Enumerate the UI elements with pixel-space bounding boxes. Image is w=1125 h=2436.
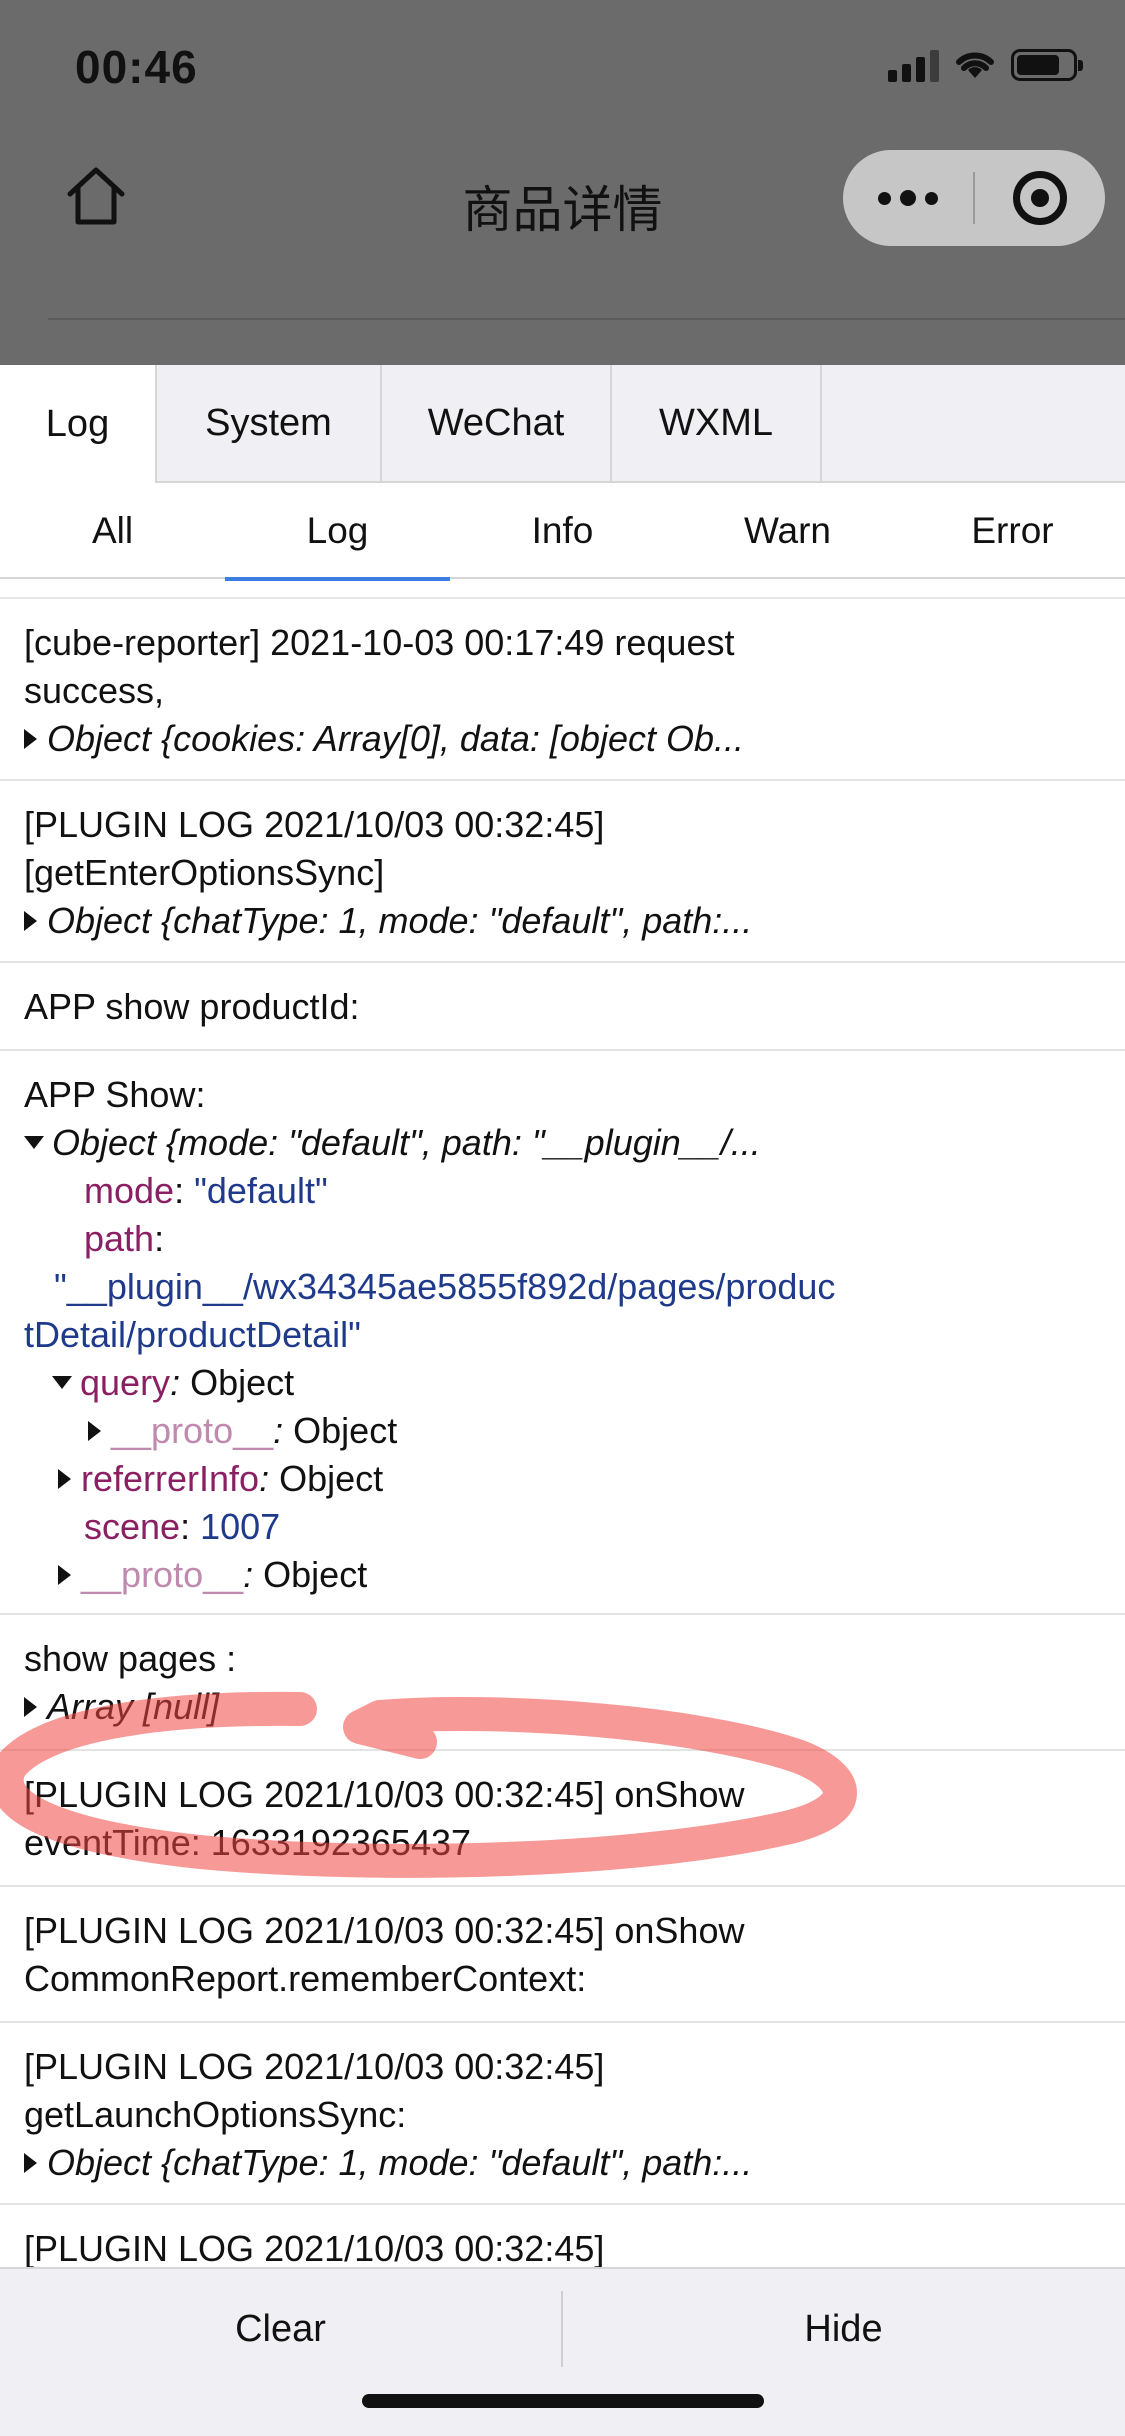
object-summary: Object {chatType: 1, mode: "default", pa… bbox=[47, 2142, 753, 2183]
log-entry: [PLUGIN LOG 2021/10/03 00:32:45] onShow … bbox=[0, 1887, 1125, 2023]
tab-wxml[interactable]: WXML bbox=[612, 365, 822, 481]
object-toggle[interactable]: __proto__: Object bbox=[24, 1551, 1101, 1599]
expand-arrow-icon[interactable] bbox=[24, 2153, 37, 2173]
object-toggle[interactable]: query: Object bbox=[24, 1359, 1101, 1407]
collapse-arrow-icon[interactable] bbox=[52, 1376, 72, 1389]
object-toggle[interactable]: Object {chatType: 1, mode: "default", pa… bbox=[24, 897, 1101, 945]
vconsole-panel: Log System WeChat WXML All Log Info Warn… bbox=[0, 365, 1125, 2436]
property-key: query bbox=[80, 1362, 171, 1403]
property-key: scene bbox=[84, 1506, 181, 1547]
filter-error[interactable]: Error bbox=[900, 483, 1125, 579]
object-toggle[interactable]: Object {chatType: 1, mode: "default", pa… bbox=[24, 2139, 1101, 2187]
property-key: mode bbox=[84, 1170, 175, 1211]
filter-all[interactable]: All bbox=[0, 483, 225, 579]
console-tabs: Log System WeChat WXML bbox=[0, 365, 1125, 483]
log-text: [PLUGIN LOG 2021/10/03 00:32:45] bbox=[24, 804, 605, 845]
object-summary: Object {cookies: Array[0], data: [object… bbox=[47, 718, 745, 759]
log-text: [getEnterOptionsSync] bbox=[24, 852, 385, 893]
property-key: referrerInfo bbox=[81, 1458, 260, 1499]
log-text: APP Show: bbox=[24, 1074, 206, 1115]
status-time: 00:46 bbox=[75, 41, 198, 93]
clear-button[interactable]: Clear bbox=[0, 2269, 561, 2389]
object-summary: Object {mode: "default", path: "__plugin… bbox=[52, 1122, 761, 1163]
log-text: getLaunchOptionsSync: bbox=[24, 2094, 407, 2135]
log-entry: APP show productId: bbox=[0, 963, 1125, 1051]
status-bar: 00:46 bbox=[0, 0, 1125, 140]
cellular-signal-icon bbox=[888, 48, 939, 82]
log-text: [cube-reporter] 2021-10-03 00:17:49 requ… bbox=[24, 622, 735, 663]
property-value: Object bbox=[279, 1458, 384, 1499]
log-entry: [PLUGIN LOG 2021/10/03 00:32:45] bbox=[0, 2205, 1125, 2267]
log-text: [PLUGIN LOG 2021/10/03 00:32:45] bbox=[24, 2046, 605, 2087]
log-text: [PLUGIN LOG 2021/10/03 00:32:45] onShow bbox=[24, 1774, 745, 1815]
log-list[interactable]: [cube-reporter] 2021-10-03 00:17:49 requ… bbox=[0, 597, 1125, 2267]
tab-wechat[interactable]: WeChat bbox=[382, 365, 612, 481]
expand-arrow-icon[interactable] bbox=[88, 1421, 101, 1441]
object-toggle[interactable]: __proto__: Object bbox=[24, 1407, 1101, 1455]
object-toggle[interactable]: Array [null] bbox=[24, 1683, 1101, 1731]
bottom-action-bar: Clear Hide bbox=[0, 2267, 1125, 2436]
filter-info[interactable]: Info bbox=[450, 483, 675, 579]
expand-arrow-icon[interactable] bbox=[24, 729, 37, 749]
property-value: Object bbox=[293, 1410, 398, 1451]
property-value: "__plugin__/wx34345ae5855f892d/pages/pro… bbox=[54, 1266, 836, 1307]
nav-divider bbox=[48, 318, 1125, 320]
hide-button[interactable]: Hide bbox=[563, 2269, 1124, 2389]
object-property: scene: 1007 bbox=[84, 1506, 281, 1547]
log-text: [PLUGIN LOG 2021/10/03 00:32:45] onShow bbox=[24, 1910, 745, 1951]
object-summary: Array [null] bbox=[47, 1686, 220, 1727]
log-text: eventTime: 1633192365437 bbox=[24, 1822, 472, 1863]
log-entry: [cube-reporter] 2021-10-03 00:17:49 requ… bbox=[0, 599, 1125, 781]
log-text: APP show productId: bbox=[24, 986, 360, 1027]
log-text: success, bbox=[24, 670, 165, 711]
log-entry: show pages : Array [null] bbox=[0, 1615, 1125, 1751]
expand-arrow-icon[interactable] bbox=[58, 1469, 71, 1489]
object-summary: Object {chatType: 1, mode: "default", pa… bbox=[47, 900, 753, 941]
log-entry: [PLUGIN LOG 2021/10/03 00:32:45] [getEnt… bbox=[0, 781, 1125, 963]
filter-log[interactable]: Log bbox=[225, 483, 450, 581]
property-key: __proto__ bbox=[81, 1554, 244, 1595]
log-filter-bar: All Log Info Warn Error bbox=[0, 483, 1125, 581]
home-indicator[interactable] bbox=[362, 2394, 764, 2408]
tab-system[interactable]: System bbox=[157, 365, 382, 481]
log-entry: [PLUGIN LOG 2021/10/03 00:32:45] getLaun… bbox=[0, 2023, 1125, 2205]
log-entry: [PLUGIN LOG 2021/10/03 00:32:45] onShow … bbox=[0, 1751, 1125, 1887]
property-value: 1007 bbox=[200, 1506, 281, 1547]
tab-log[interactable]: Log bbox=[0, 365, 157, 483]
expand-arrow-icon[interactable] bbox=[58, 1565, 71, 1585]
navigation-bar: 商品详情 bbox=[0, 140, 1125, 320]
log-text: show pages : bbox=[24, 1638, 237, 1679]
object-toggle[interactable]: referrerInfo: Object bbox=[24, 1455, 1101, 1503]
wifi-icon bbox=[956, 52, 994, 78]
menu-capsule bbox=[843, 150, 1105, 246]
property-key: path bbox=[84, 1218, 155, 1259]
expand-arrow-icon[interactable] bbox=[24, 911, 37, 931]
property-value: tDetail/productDetail" bbox=[24, 1314, 361, 1355]
status-icons bbox=[888, 48, 1083, 82]
object-toggle[interactable]: Object {mode: "default", path: "__plugin… bbox=[24, 1119, 1101, 1167]
expand-arrow-icon[interactable] bbox=[24, 1697, 37, 1717]
battery-icon bbox=[1011, 49, 1083, 81]
object-property: mode: "default" bbox=[84, 1170, 328, 1211]
close-miniprogram-icon[interactable] bbox=[975, 150, 1105, 246]
property-value: Object bbox=[190, 1362, 295, 1403]
top-overlay: 00:46 商品详情 bbox=[0, 0, 1125, 365]
property-value: "default" bbox=[194, 1170, 328, 1211]
more-options-icon[interactable] bbox=[843, 150, 973, 246]
log-text: CommonReport.rememberContext: bbox=[24, 1958, 587, 1999]
object-toggle[interactable]: Object {cookies: Array[0], data: [object… bbox=[24, 715, 1101, 763]
collapse-arrow-icon[interactable] bbox=[24, 1136, 44, 1149]
property-value: Object bbox=[263, 1554, 368, 1595]
log-text: [PLUGIN LOG 2021/10/03 00:32:45] bbox=[24, 2228, 605, 2267]
property-key: __proto__ bbox=[111, 1410, 274, 1451]
object-property: path: bbox=[84, 1218, 165, 1259]
filter-warn[interactable]: Warn bbox=[675, 483, 900, 579]
log-entry: APP Show: Object {mode: "default", path:… bbox=[0, 1051, 1125, 1615]
